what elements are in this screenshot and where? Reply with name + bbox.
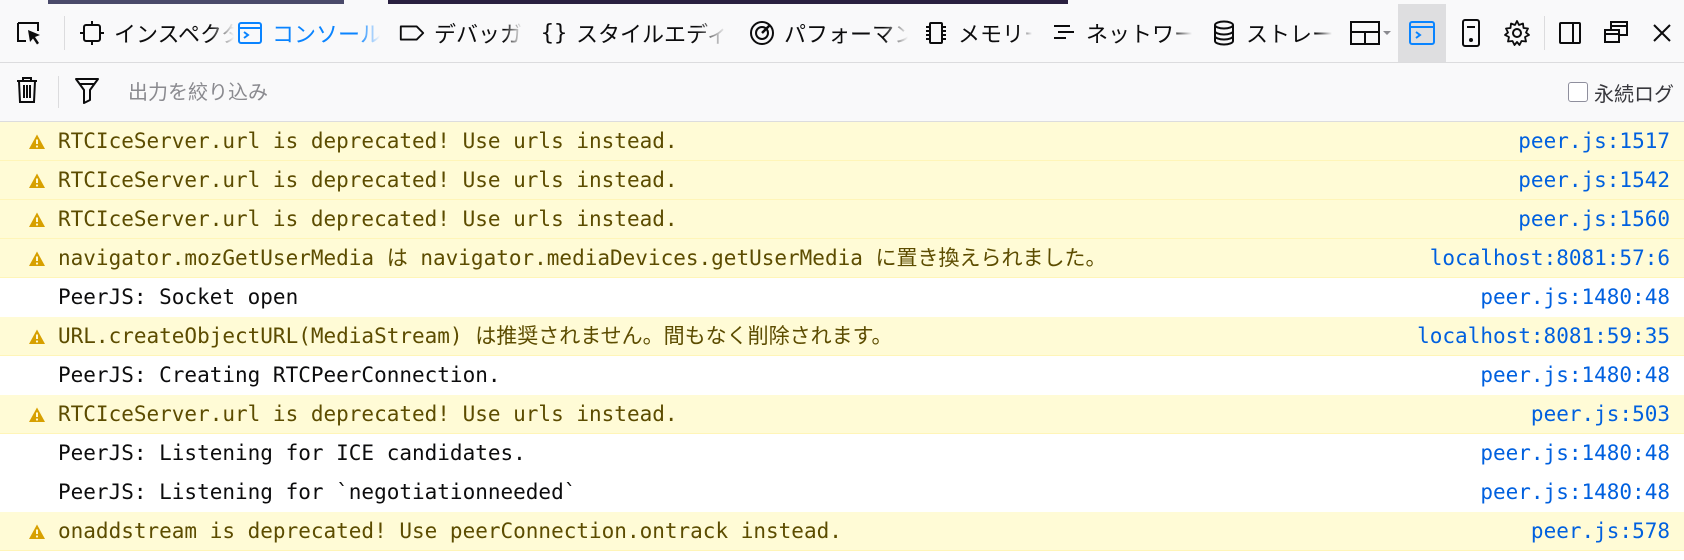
- warning-icon: [28, 405, 46, 423]
- filter-output-input[interactable]: [116, 71, 1516, 113]
- console-log-row: PeerJS: Listening for ICE candidates. pee…: [0, 434, 1684, 473]
- toolbar-separator: [64, 16, 65, 50]
- split-console-button[interactable]: [1398, 4, 1446, 62]
- tab-storage[interactable]: ストレージ: [1210, 4, 1332, 62]
- tab-label: スタイルエディター: [576, 23, 726, 48]
- console-message-text: PeerJS: Creating RTCPeerConnection.: [58, 363, 501, 387]
- warning-icon: [28, 210, 46, 228]
- responsive-design-icon: [1459, 18, 1483, 48]
- console-source-link[interactable]: peer.js:1480:48: [1480, 356, 1670, 395]
- pick-element-button[interactable]: [0, 4, 58, 62]
- tab-label: コンソール: [272, 23, 380, 48]
- console-warning-row: RTCIceServer.url is deprecated! Use urls…: [0, 200, 1684, 239]
- filter-icon: [73, 75, 101, 109]
- console-warning-row: URL.createObjectURL(MediaStream) は推奨されませ…: [0, 317, 1684, 356]
- tab-label: インスペクター: [114, 23, 234, 48]
- toolbar-separator: [1544, 16, 1545, 50]
- console-message-text: onaddstream is deprecated! Use peerConne…: [58, 519, 842, 543]
- tab-label: ストレージ: [1246, 23, 1332, 48]
- console-source-link[interactable]: localhost:8081:57:6: [1430, 239, 1670, 278]
- console-message-text: PeerJS: Listening for ICE candidates.: [58, 441, 526, 465]
- responsive-design-button[interactable]: [1448, 4, 1494, 62]
- console-message-text: RTCIceServer.url is deprecated! Use urls…: [58, 168, 678, 192]
- console-message-text: navigator.mozGetUserMedia は navigator.me…: [58, 246, 1107, 270]
- warning-icon: [28, 522, 46, 540]
- console-log-row: PeerJS: Creating RTCPeerConnection. peer.…: [0, 356, 1684, 395]
- console-warning-row: navigator.mozGetUserMedia は navigator.me…: [0, 239, 1684, 278]
- inspector-icon: [78, 19, 106, 47]
- tab-label: デバッガー: [434, 23, 522, 48]
- console-source-link[interactable]: peer.js:1480:48: [1480, 278, 1670, 317]
- warning-icon: [28, 327, 46, 345]
- settings-button[interactable]: [1494, 4, 1540, 62]
- layout-menu-button[interactable]: [1346, 4, 1396, 62]
- console-message-text: RTCIceServer.url is deprecated! Use urls…: [58, 207, 678, 231]
- tab-memory[interactable]: メモリー: [922, 4, 1032, 62]
- tab-label: ネットワーク: [1086, 23, 1192, 48]
- tab-inspector[interactable]: インスペクター: [78, 4, 234, 62]
- console-source-link[interactable]: peer.js:1517: [1518, 122, 1670, 161]
- persist-logs-checkbox[interactable]: [1568, 82, 1588, 102]
- performance-icon: [748, 19, 776, 47]
- cursor-pick-icon: [14, 18, 44, 48]
- devtools-toolbar: インスペクター コンソール デバッガー {} スタイルエディター: [0, 4, 1684, 63]
- console-source-link[interactable]: peer.js:578: [1531, 512, 1670, 551]
- tab-console[interactable]: コンソール: [236, 4, 380, 62]
- warning-icon: [28, 171, 46, 189]
- separate-window-icon: [1602, 20, 1630, 46]
- clear-console-button[interactable]: [12, 76, 42, 108]
- console-warning-row: RTCIceServer.url is deprecated! Use urls…: [0, 122, 1684, 161]
- layout-menu-icon: [1349, 19, 1393, 47]
- storage-icon: [1210, 19, 1238, 47]
- dock-side-button[interactable]: [1548, 4, 1592, 62]
- persist-logs-label: 永続ログ: [1594, 81, 1674, 106]
- trash-icon: [14, 75, 40, 109]
- close-devtools-button[interactable]: [1640, 4, 1684, 62]
- filter-separator: [58, 76, 59, 108]
- tab-label: メモリー: [958, 23, 1032, 48]
- console-source-link[interactable]: peer.js:1542: [1518, 161, 1670, 200]
- warning-icon: [28, 249, 46, 267]
- console-warning-row: onaddstream is deprecated! Use peerConne…: [0, 512, 1684, 551]
- tab-debugger[interactable]: デバッガー: [398, 4, 522, 62]
- console-message-text: RTCIceServer.url is deprecated! Use urls…: [58, 402, 678, 426]
- console-message-text: PeerJS: Listening for `negotiationneeded…: [58, 480, 577, 504]
- console-source-link[interactable]: peer.js:1480:48: [1480, 473, 1670, 512]
- tab-network[interactable]: ネットワーク: [1050, 4, 1192, 62]
- style-editor-icon: {}: [540, 20, 568, 46]
- tab-label: パフォーマンス: [784, 23, 908, 48]
- console-icon: [236, 19, 264, 47]
- console-warning-row: RTCIceServer.url is deprecated! Use urls…: [0, 161, 1684, 200]
- console-message-text: URL.createObjectURL(MediaStream) は推奨されませ…: [58, 324, 893, 348]
- console-message-text: PeerJS: Socket open: [58, 285, 299, 309]
- tab-style-editor[interactable]: {} スタイルエディター: [540, 4, 726, 62]
- console-output: RTCIceServer.url is deprecated! Use urls…: [0, 122, 1684, 560]
- persist-logs-toggle[interactable]: 永続ログ: [1568, 76, 1674, 108]
- memory-icon: [922, 19, 950, 47]
- close-icon: [1650, 21, 1674, 45]
- console-source-link[interactable]: peer.js:1480:48: [1480, 434, 1670, 473]
- console-message-text: RTCIceServer.url is deprecated! Use urls…: [58, 129, 678, 153]
- network-icon: [1050, 19, 1078, 47]
- filter-toggle-button[interactable]: [72, 76, 102, 108]
- split-console-icon: [1408, 19, 1436, 47]
- console-source-link[interactable]: peer.js:503: [1531, 395, 1670, 434]
- console-source-link[interactable]: localhost:8081:59:35: [1417, 317, 1670, 356]
- dock-side-icon: [1557, 20, 1583, 46]
- console-warning-row: RTCIceServer.url is deprecated! Use urls…: [0, 395, 1684, 434]
- tab-performance[interactable]: パフォーマンス: [748, 4, 908, 62]
- console-log-row: PeerJS: Listening for `negotiationneeded…: [0, 473, 1684, 512]
- console-filter-bar: 永続ログ: [0, 63, 1684, 122]
- console-log-row: PeerJS: Socket open peer.js:1480:48: [0, 278, 1684, 317]
- settings-gear-icon: [1503, 19, 1531, 47]
- console-source-link[interactable]: peer.js:1560: [1518, 200, 1670, 239]
- debugger-icon: [398, 19, 426, 47]
- warning-icon: [28, 132, 46, 150]
- separate-window-button[interactable]: [1594, 4, 1638, 62]
